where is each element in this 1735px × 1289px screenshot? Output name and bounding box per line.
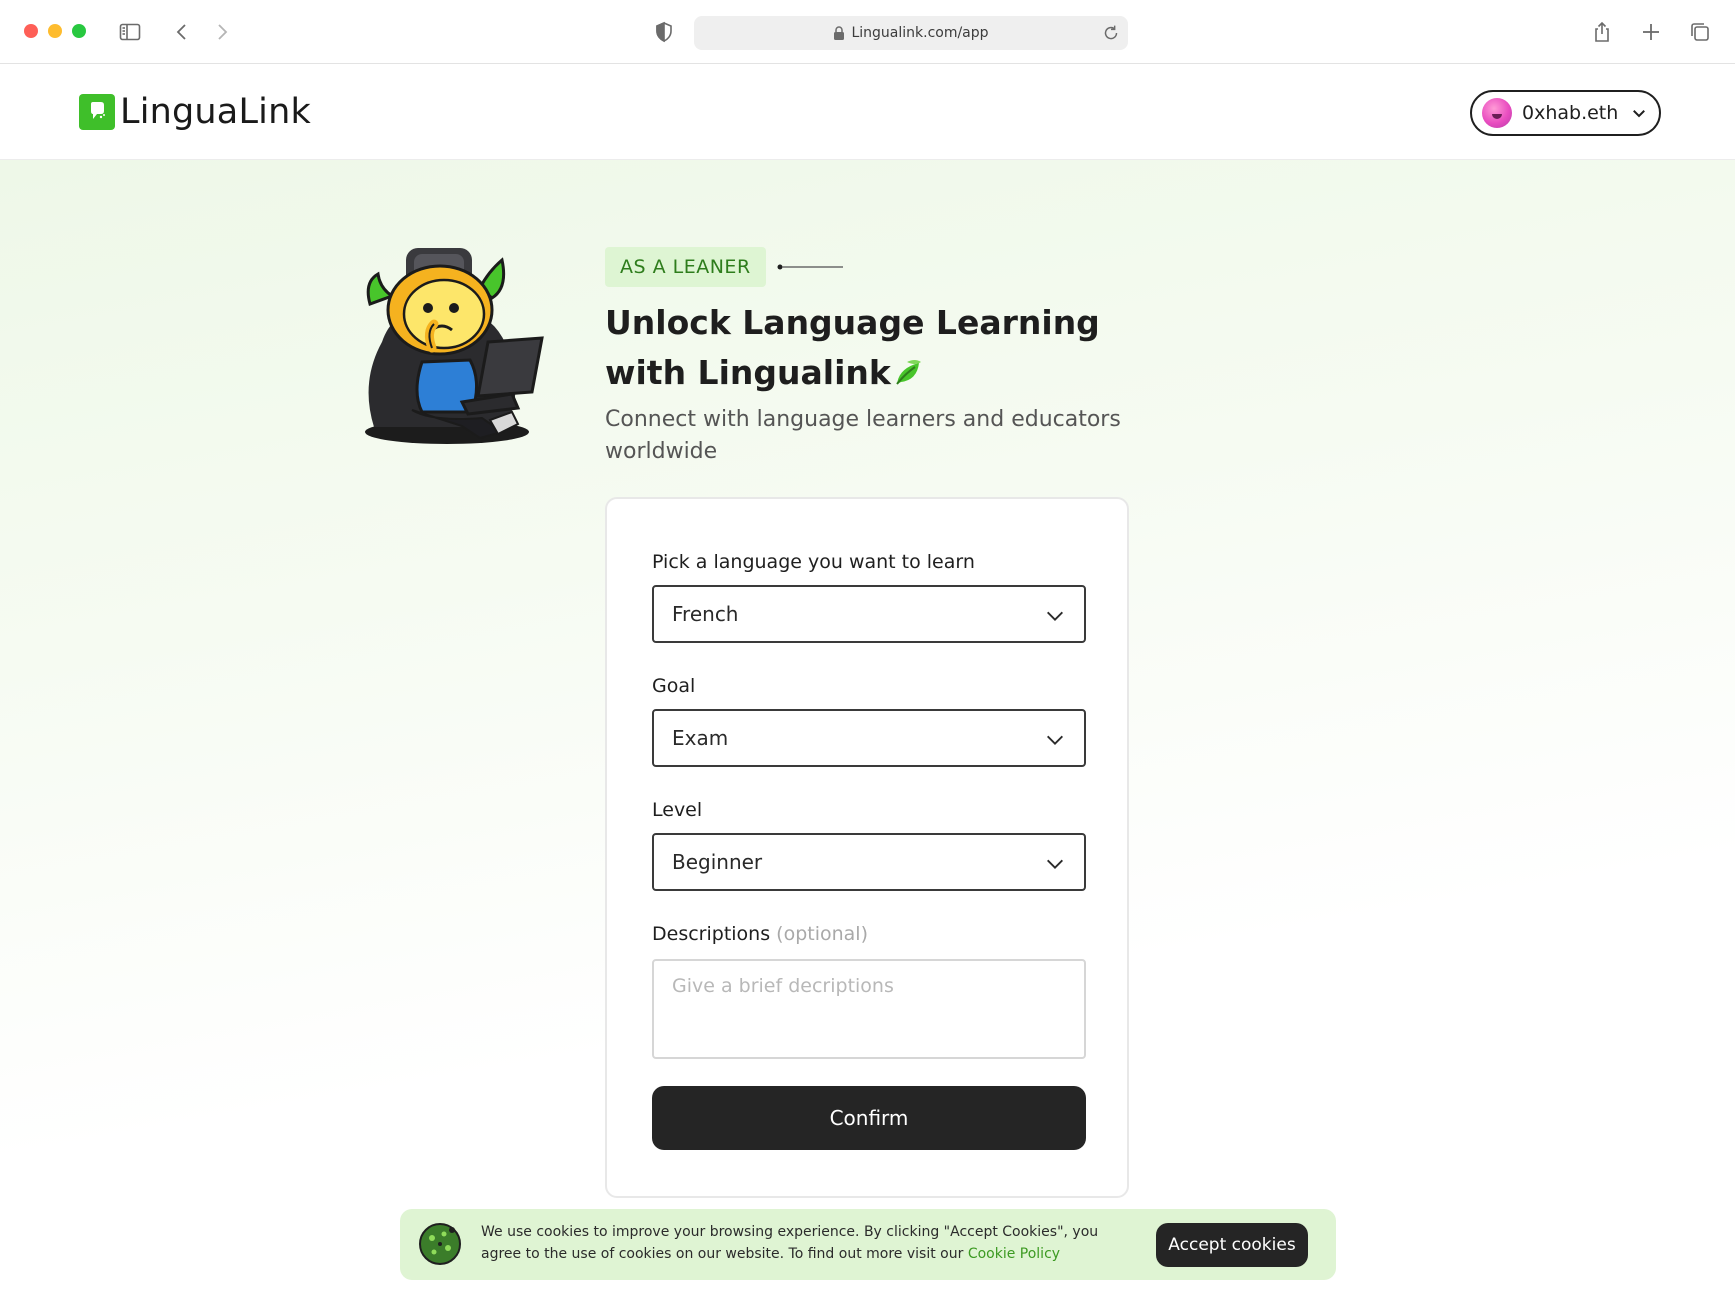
language-label: Pick a language you want to learn <box>652 551 975 573</box>
level-select[interactable]: Beginner <box>652 833 1086 891</box>
minimize-window-button[interactable] <box>48 24 62 38</box>
share-icon[interactable] <box>1590 20 1614 44</box>
url-text: Lingualink.com/app <box>851 25 989 41</box>
account-menu-button[interactable]: 0xhab.eth <box>1470 90 1661 136</box>
goal-value: Exam <box>672 726 729 750</box>
level-label: Level <box>652 799 703 821</box>
page-title: Unlock Language Learning with Lingualink <box>605 298 1165 398</box>
chevron-down-icon <box>1633 110 1646 118</box>
shield-icon[interactable] <box>652 20 676 44</box>
cookie-banner: We use cookies to improve your browsing … <box>400 1209 1336 1280</box>
optional-hint: (optional) <box>776 923 868 945</box>
chevron-down-icon <box>1047 611 1063 621</box>
descriptions-textarea[interactable] <box>652 959 1086 1059</box>
new-tab-icon[interactable] <box>1639 20 1663 44</box>
title-line-2: with Lingualink <box>605 353 891 392</box>
reload-icon[interactable] <box>1100 22 1122 44</box>
sidebar-icon[interactable] <box>118 20 142 44</box>
confirm-button[interactable]: Confirm <box>652 1086 1086 1150</box>
cookie-message: We use cookies to improve your browsing … <box>481 1221 1101 1265</box>
brand-name[interactable]: LinguaLink <box>120 92 311 132</box>
account-name: 0xhab.eth <box>1522 102 1619 124</box>
browser-toolbar: Lingualink.com/app <box>0 0 1735 64</box>
avatar <box>1482 98 1512 128</box>
learner-form-card: Pick a language you want to learn French… <box>605 497 1129 1198</box>
role-tag: AS A LEANER <box>605 247 766 287</box>
address-bar[interactable]: Lingualink.com/app <box>694 16 1128 50</box>
close-window-button[interactable] <box>24 24 38 38</box>
maximize-window-button[interactable] <box>72 24 86 38</box>
language-select[interactable]: French <box>652 585 1086 643</box>
tabs-icon[interactable] <box>1688 20 1712 44</box>
mascot-illustration <box>365 248 544 444</box>
chevron-down-icon <box>1047 735 1063 745</box>
level-value: Beginner <box>672 850 763 874</box>
descriptions-label-text: Descriptions <box>652 923 771 945</box>
lock-icon <box>834 26 845 40</box>
leaf-icon <box>896 360 921 385</box>
logo-icon[interactable] <box>79 94 115 130</box>
site-header: LinguaLink 0xhab.eth <box>0 64 1735 160</box>
goal-select[interactable]: Exam <box>652 709 1086 767</box>
accept-cookies-button[interactable]: Accept cookies <box>1156 1223 1308 1267</box>
goal-label: Goal <box>652 675 696 697</box>
descriptions-label: Descriptions (optional) <box>652 923 868 945</box>
page-subtitle: Connect with language learners and educa… <box>605 407 1121 464</box>
tag-connector-line <box>777 264 843 270</box>
language-value: French <box>672 602 739 626</box>
title-line-1: Unlock Language Learning <box>605 303 1100 342</box>
chevron-down-icon <box>1047 859 1063 869</box>
back-icon[interactable] <box>170 20 194 44</box>
cookie-icon <box>419 1223 461 1265</box>
cookie-policy-link[interactable]: Cookie Policy <box>968 1246 1060 1262</box>
forward-icon[interactable] <box>210 20 234 44</box>
